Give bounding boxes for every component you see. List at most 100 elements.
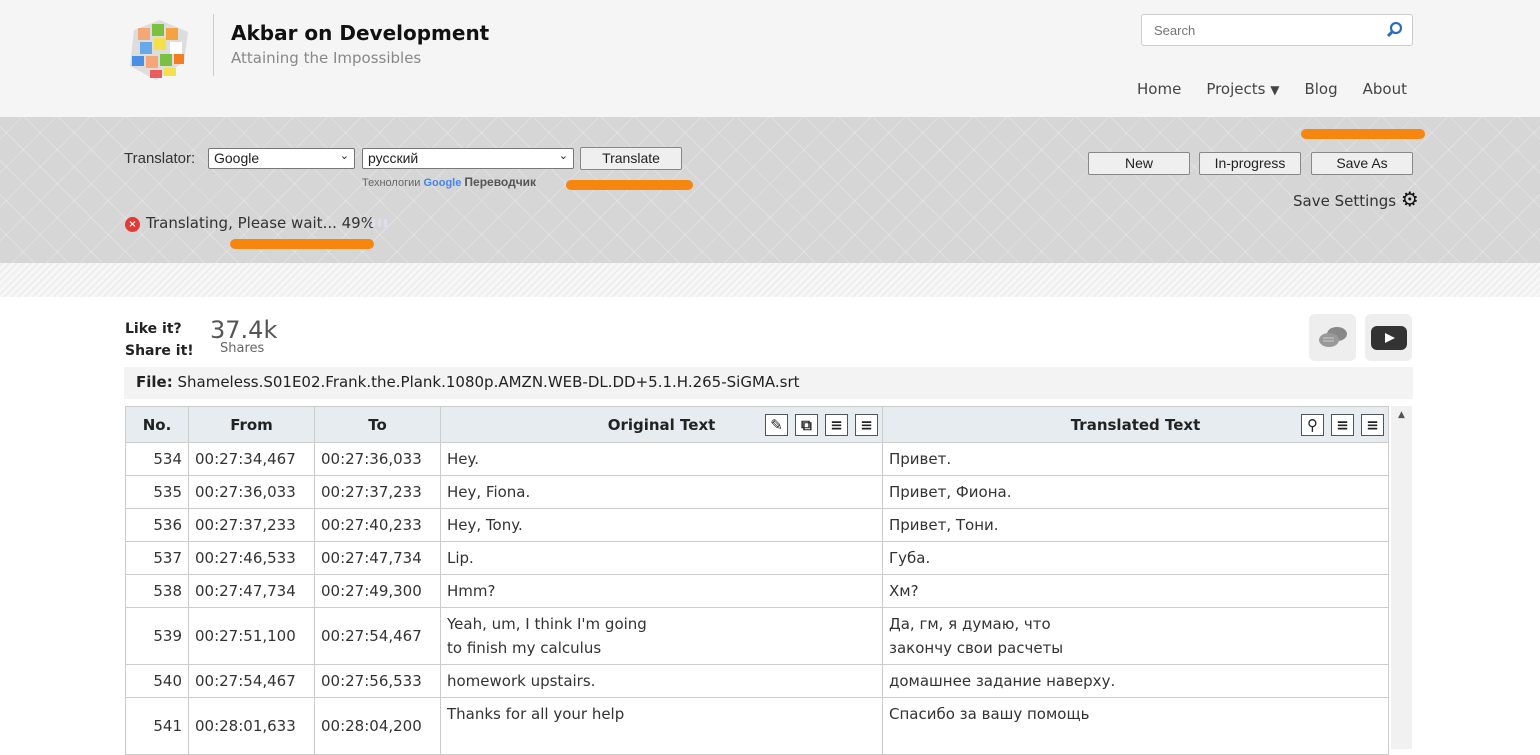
search-input[interactable] bbox=[1142, 15, 1372, 45]
attribution-suffix: Переводчик bbox=[464, 175, 537, 189]
cell-to: 00:27:47,734 bbox=[314, 541, 441, 575]
nav-home[interactable]: Home bbox=[1137, 80, 1181, 98]
align-right-icon[interactable]: ≡ bbox=[1361, 414, 1384, 436]
new-button[interactable]: New bbox=[1088, 152, 1190, 175]
copy-icon[interactable]: ⧉ bbox=[795, 414, 818, 436]
text-line: Thanks for all your help bbox=[447, 705, 625, 723]
col-original: Original Text ✎ ⧉ ≡ ≡ bbox=[440, 406, 883, 443]
site-title[interactable]: Akbar on Development bbox=[231, 21, 489, 45]
cell-translated[interactable]: домашнее задание наверху. bbox=[882, 664, 1389, 698]
comments-button[interactable] bbox=[1309, 314, 1356, 361]
table-row[interactable]: 538 00:27:47,734 00:27:49,300 Hmm? Хм? bbox=[125, 574, 1389, 608]
text-line: домашнее задание наверху. bbox=[889, 672, 1116, 690]
highlight-mark bbox=[230, 239, 374, 249]
share-count: 37.4k bbox=[210, 316, 278, 344]
table-row[interactable]: 536 00:27:37,233 00:27:40,233 Hey, Tony. При… bbox=[125, 508, 1389, 542]
save-settings-label: Save Settings bbox=[1293, 192, 1397, 210]
file-bar: File: Shameless.S01E02.Frank.the.Plank.1… bbox=[124, 367, 1413, 399]
text-line bbox=[889, 726, 1382, 750]
cell-translated[interactable]: Привет. bbox=[882, 442, 1389, 476]
in-progress-button[interactable]: In-progress bbox=[1199, 152, 1301, 175]
youtube-button[interactable] bbox=[1365, 314, 1412, 361]
cell-from: 00:27:47,734 bbox=[188, 574, 315, 608]
cell-original[interactable]: homework upstairs. bbox=[440, 664, 883, 698]
align-right-icon[interactable]: ≡ bbox=[855, 414, 878, 436]
save-as-button[interactable]: Save As bbox=[1311, 152, 1413, 175]
nav-blog[interactable]: Blog bbox=[1304, 80, 1337, 98]
text-line: homework upstairs. bbox=[447, 672, 596, 690]
text-line: Привет, Фиона. bbox=[889, 483, 1012, 501]
cell-from: 00:27:51,100 bbox=[188, 607, 315, 665]
cell-original[interactable]: Hey, Tony. bbox=[440, 508, 883, 542]
table-row[interactable]: 540 00:27:54,467 00:27:56,533 homework upst… bbox=[125, 664, 1389, 698]
scrollbar[interactable]: ▲ bbox=[1391, 406, 1412, 749]
cell-translated[interactable]: Привет, Фиона. bbox=[882, 475, 1389, 509]
cell-original[interactable]: Hey. bbox=[440, 442, 883, 476]
align-left-icon[interactable]: ≡ bbox=[1331, 414, 1354, 436]
nav-projects-label: Projects bbox=[1206, 80, 1266, 98]
table-row[interactable]: 537 00:27:46,533 00:27:47,734 Lip. Губа. bbox=[125, 541, 1389, 575]
chevron-down-icon: ⌄ bbox=[558, 150, 568, 162]
text-line bbox=[447, 726, 876, 750]
cell-to: 00:27:36,033 bbox=[314, 442, 441, 476]
highlight-mark bbox=[566, 180, 693, 190]
cell-original[interactable]: Hmm? bbox=[440, 574, 883, 608]
cell-from: 00:27:34,467 bbox=[188, 442, 315, 476]
cell-original[interactable]: Lip. bbox=[440, 541, 883, 575]
file-name: Shameless.S01E02.Frank.the.Plank.1080p.A… bbox=[177, 373, 800, 391]
engine-select[interactable]: Google ⌄ bbox=[208, 148, 355, 169]
cell-translated[interactable]: Привет, Тони. bbox=[882, 508, 1389, 542]
text-line: Lip. bbox=[447, 549, 474, 567]
share-count-label: Shares bbox=[220, 341, 265, 356]
translate-button[interactable]: Translate bbox=[580, 147, 682, 170]
site-header: Akbar on Development Attaining the Impos… bbox=[0, 0, 1540, 117]
cell-original[interactable]: Hey, Fiona. bbox=[440, 475, 883, 509]
text-line: Привет. bbox=[889, 450, 952, 468]
col-to: To bbox=[314, 406, 441, 443]
col-translated: Translated Text ⚲ ≡ ≡ bbox=[882, 406, 1389, 443]
chat-bubbles-icon bbox=[1318, 326, 1347, 347]
cell-no: 534 bbox=[125, 442, 189, 476]
cell-to: 00:28:04,200 bbox=[314, 697, 441, 755]
save-settings-link[interactable]: Save Settings ⚙ bbox=[1293, 187, 1419, 211]
scroll-up-icon[interactable]: ▲ bbox=[1391, 410, 1412, 420]
cell-no: 540 bbox=[125, 664, 189, 698]
search-icon[interactable] bbox=[1386, 21, 1404, 39]
cell-translated[interactable]: Губа. bbox=[882, 541, 1389, 575]
table-row[interactable]: 535 00:27:36,033 00:27:37,233 Hey, Fiona. Пр… bbox=[125, 475, 1389, 509]
text-line: Да, гм, я думаю, что bbox=[889, 615, 1051, 633]
table-row[interactable]: 541 00:28:01,633 00:28:04,200 Thanks for al… bbox=[125, 697, 1389, 755]
search-icon[interactable]: ⚲ bbox=[1301, 414, 1324, 436]
text-line: Hey, Tony. bbox=[447, 516, 523, 534]
google-attribution[interactable]: Технологии Google Переводчик bbox=[362, 175, 536, 189]
cell-from: 00:27:54,467 bbox=[188, 664, 315, 698]
main-nav: Home Projects ▼ Blog About bbox=[1137, 80, 1407, 98]
nav-about[interactable]: About bbox=[1363, 80, 1407, 98]
text-line: Губа. bbox=[889, 549, 931, 567]
cell-from: 00:28:01,633 bbox=[188, 697, 315, 755]
cell-to: 00:27:40,233 bbox=[314, 508, 441, 542]
cell-translated[interactable]: Да, гм, я думаю, что закончу свои расчеты bbox=[882, 607, 1389, 665]
pencil-icon[interactable]: ✎ bbox=[765, 414, 788, 436]
highlight-mark bbox=[1301, 129, 1425, 139]
search-box[interactable] bbox=[1141, 14, 1413, 46]
progress-spinner bbox=[372, 219, 390, 227]
nav-projects[interactable]: Projects ▼ bbox=[1206, 80, 1279, 98]
google-logo: Google bbox=[423, 177, 462, 189]
text-line: Хм? bbox=[889, 582, 919, 600]
translated-header-label: Translated Text bbox=[1070, 415, 1201, 434]
engine-value: Google bbox=[214, 150, 260, 166]
table-row[interactable]: 539 00:27:51,100 00:27:54,467 Yeah, um, I t… bbox=[125, 607, 1389, 665]
cell-translated[interactable]: Хм? bbox=[882, 574, 1389, 608]
text-line: Hey. bbox=[447, 450, 480, 468]
cell-original[interactable]: Yeah, um, I think I'm going to finish my … bbox=[440, 607, 883, 665]
rubiks-cube-logo[interactable] bbox=[126, 18, 196, 84]
share-prompt: Like it? Share it! bbox=[125, 318, 194, 362]
col-no: No. bbox=[125, 406, 189, 443]
table-row[interactable]: 534 00:27:34,467 00:27:36,033 Hey. Привет. bbox=[125, 442, 1389, 476]
align-left-icon[interactable]: ≡ bbox=[825, 414, 848, 436]
close-status-icon[interactable]: × bbox=[125, 217, 140, 232]
cell-translated[interactable]: Спасибо за вашу помощь bbox=[882, 697, 1389, 755]
cell-original[interactable]: Thanks for all your help bbox=[440, 697, 883, 755]
language-select[interactable]: русский ⌄ bbox=[362, 148, 574, 169]
